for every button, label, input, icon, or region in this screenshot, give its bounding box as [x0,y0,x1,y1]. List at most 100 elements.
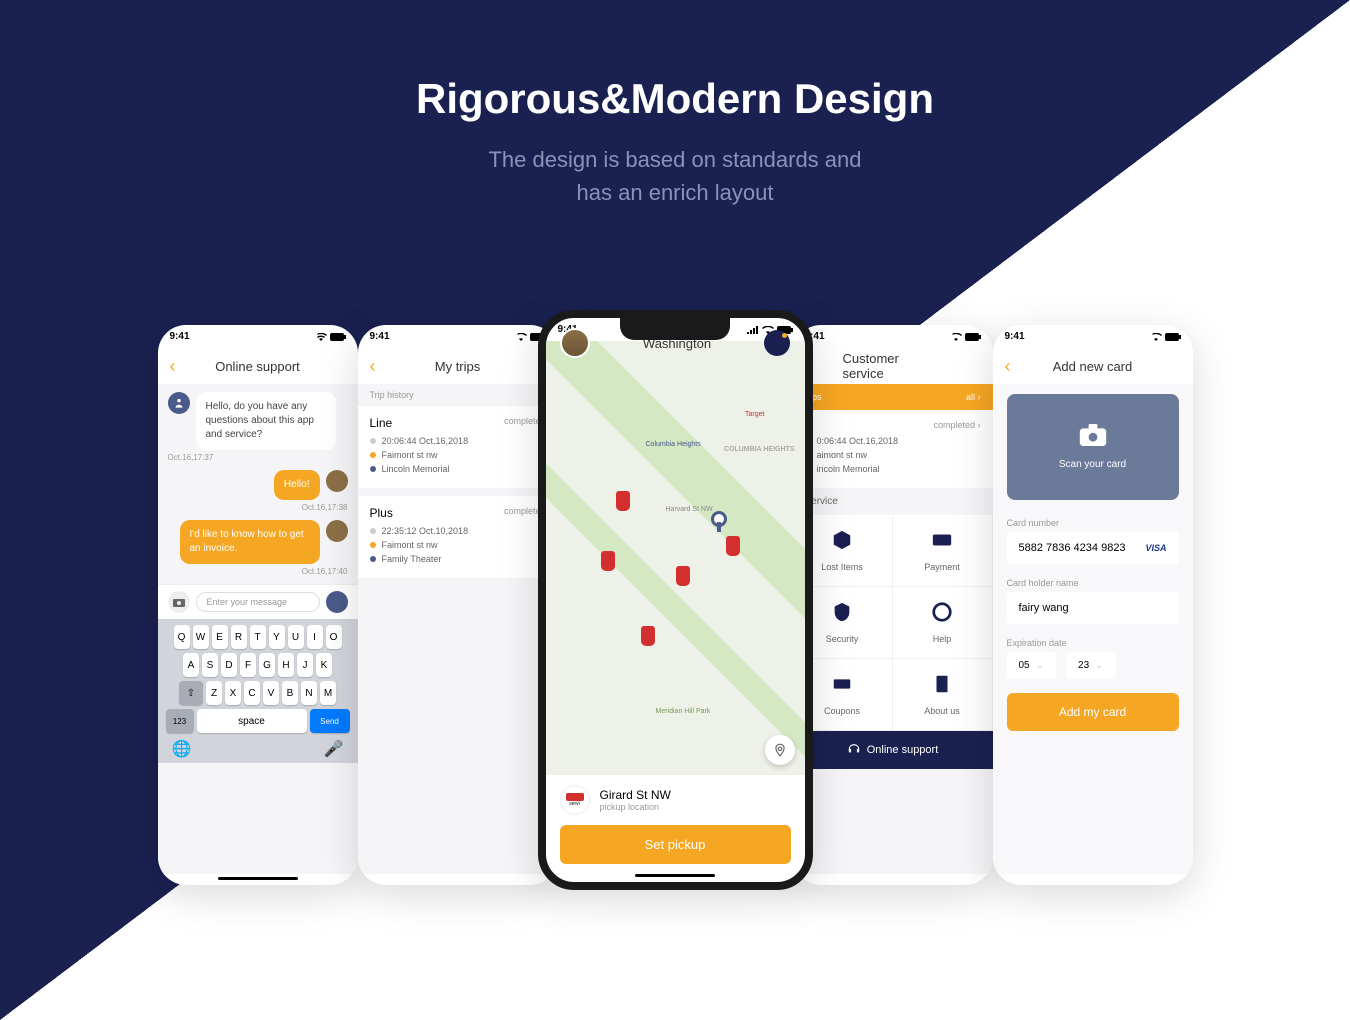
add-card-button[interactable]: Add my card [1007,693,1179,731]
recent-trip[interactable]: completed › 0:06:44 Oct.16,2018 aimont s… [793,410,993,488]
trip-card[interactable]: Plus completed 22:35:12 Oct.10,2018 Faim… [358,496,558,578]
camera-icon [1079,424,1107,446]
globe-icon[interactable]: 🌐 [172,739,192,759]
key[interactable]: N [301,681,317,705]
key[interactable]: M [320,681,336,705]
card-number-input[interactable]: 5882 7836 4234 9823 VISA [1007,532,1179,564]
headset-icon [847,743,861,757]
hero-section: Rigorous&Modern Design The design is bas… [0,75,1350,209]
battery-icon [330,333,346,341]
key[interactable]: V [263,681,279,705]
phone-my-trips: 9:41 ‹ My trips Trip history Line comple… [358,325,558,885]
service-label: Service [793,488,993,515]
key[interactable]: C [244,681,260,705]
user-avatar [326,470,348,492]
about-button[interactable]: About us [893,659,993,731]
trip-from: Faimont st nw [382,450,438,460]
map-label: COLUMBIA HEIGHTS [724,446,795,453]
key[interactable]: U [288,625,304,649]
payment-button[interactable]: Payment [893,515,993,587]
page-title: My trips [435,359,481,374]
key[interactable]: W [193,625,209,649]
phone-customer-service: 9:41 Customer service trips all › comple… [793,325,993,885]
trips-banner[interactable]: trips all › [793,384,993,410]
key[interactable]: A [183,653,199,677]
trip-card[interactable]: Line completed 20:06:44 Oct.16,2018 Faim… [358,406,558,488]
scan-card-button[interactable]: Scan your card [1007,394,1179,500]
key[interactable]: Q [174,625,190,649]
key[interactable]: K [316,653,332,677]
hero-subtitle-2: has an enrich layout [0,176,1350,209]
trip-to: Lincoln Memorial [382,464,450,474]
online-support-button[interactable]: Online support [793,731,993,769]
car-icon [676,566,690,586]
trip-status: completed [933,420,975,430]
page-title: Online support [215,359,300,374]
bot-avatar [168,392,190,414]
send-button[interactable] [326,591,348,613]
back-button[interactable]: ‹ [370,356,376,377]
trip-to: incoln Memorial [817,464,880,474]
card-holder-label: Card holder name [993,574,1193,592]
expiration-label: Expiration date [993,634,1193,652]
back-button[interactable]: ‹ [1005,356,1011,377]
back-button[interactable]: ‹ [170,356,176,377]
page-title: Customer service [843,351,943,381]
timestamp: Oct.16,17:37 [168,453,348,462]
trip-time: 0:06:44 Oct.16,2018 [817,436,899,446]
location-pin[interactable] [711,511,727,527]
home-indicator[interactable] [218,877,298,880]
key[interactable]: T [250,625,266,649]
hero-title: Rigorous&Modern Design [0,75,1350,123]
bot-message: Hello, do you have any questions about t… [196,392,336,450]
map-label: Columbia Heights [646,441,701,448]
key[interactable]: G [259,653,275,677]
exp-month-select[interactable]: 05⌄ [1007,652,1057,679]
phone-online-support: 9:41 ‹ Online support Hello, do you have… [158,325,358,885]
car-icon [641,626,655,646]
key[interactable]: D [221,653,237,677]
car-icon [616,491,630,511]
card-holder-input[interactable]: fairy wang [1007,592,1179,624]
banner-all-link[interactable]: all › [966,392,981,402]
key[interactable]: X [225,681,241,705]
trip-to: Family Theater [382,554,442,564]
user-avatar[interactable] [560,328,590,358]
key[interactable]: H [278,653,294,677]
key[interactable]: J [297,653,313,677]
map-poi: Target [745,411,764,418]
chat-button[interactable] [764,330,790,356]
key[interactable]: R [231,625,247,649]
set-pickup-button[interactable]: Set pickup [560,825,791,864]
camera-button[interactable] [168,591,190,613]
key[interactable]: S [202,653,218,677]
hero-subtitle-1: The design is based on standards and [0,143,1350,176]
status-time: 9:41 [170,331,190,342]
locate-button[interactable] [765,735,795,765]
page-title: Add new card [1053,359,1133,374]
key[interactable]: Z [206,681,222,705]
user-avatar [326,520,348,542]
nav-bar: ‹ Online support [158,348,358,384]
message-input[interactable]: Enter your message [196,592,320,612]
mic-icon[interactable]: 🎤 [324,739,344,759]
map[interactable]: Target Columbia Heights COLUMBIA HEIGHTS… [546,341,805,775]
exp-year-select[interactable]: 23⌄ [1066,652,1116,679]
pickup-sublabel: pickup location [600,802,671,812]
timestamp: Oct.16,17:38 [168,503,348,512]
send-key[interactable]: Send [310,709,350,733]
space-key[interactable]: space [197,709,307,733]
trip-history-label: Trip history [358,384,558,406]
key[interactable]: O [326,625,342,649]
visa-logo: VISA [1145,543,1166,553]
help-button[interactable]: Help [893,587,993,659]
numeric-key[interactable]: 123 [166,709,194,733]
shift-key[interactable]: ⇧ [179,681,203,705]
key[interactable]: B [282,681,298,705]
key[interactable]: Y [269,625,285,649]
home-indicator[interactable] [635,874,715,877]
key[interactable]: F [240,653,256,677]
key[interactable]: E [212,625,228,649]
key[interactable]: I [307,625,323,649]
map-label: Harvard St NW [666,506,713,513]
